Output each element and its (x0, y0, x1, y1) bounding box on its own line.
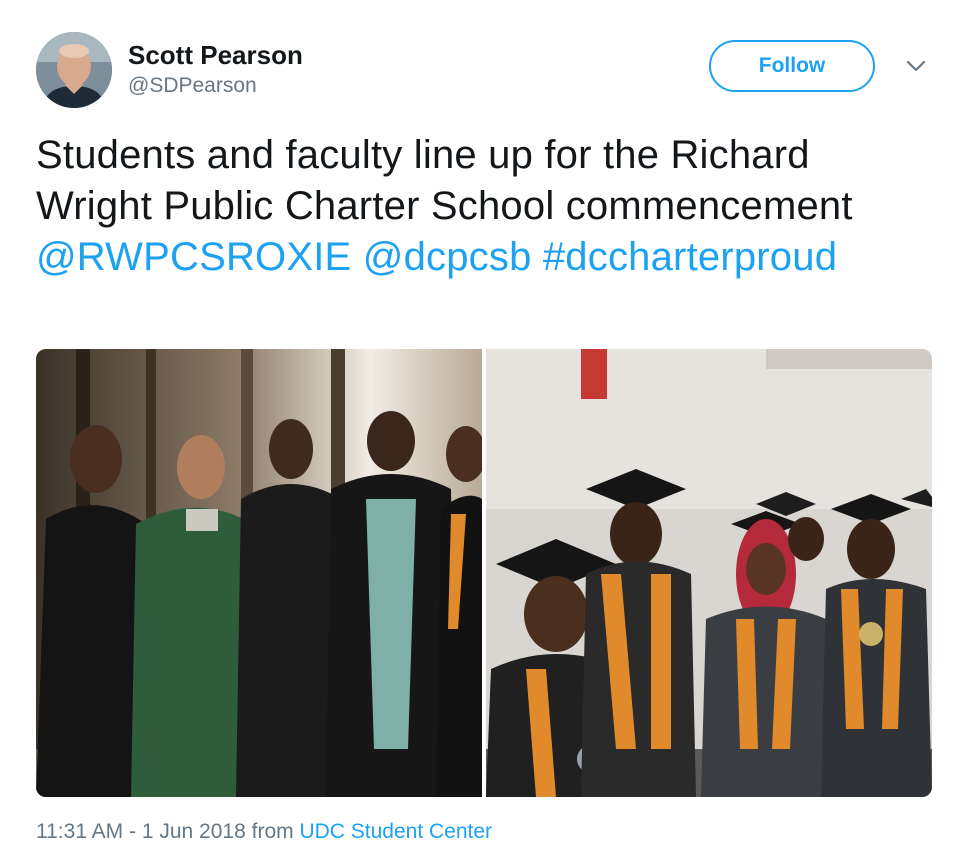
from-label: from (245, 820, 300, 843)
photo-graduates-line[interactable] (486, 349, 932, 797)
author-name-block: Scott Pearson @SDPearson (128, 40, 303, 100)
tweet-meta: 11:31 AM - 1 Jun 2018 from UDC Student C… (36, 818, 492, 846)
tweet-header: Scott Pearson @SDPearson Follow (36, 32, 936, 112)
mention-link[interactable]: @dcpcsb (363, 235, 532, 279)
tweet-media (36, 349, 932, 797)
author-avatar[interactable] (36, 32, 112, 108)
tweet-time[interactable]: 11:31 AM (36, 820, 123, 843)
follow-button[interactable]: Follow (709, 40, 875, 92)
tweet-source-link[interactable]: UDC Student Center (299, 820, 492, 843)
photo-faculty-group[interactable] (36, 349, 482, 797)
author-display-name[interactable]: Scott Pearson (128, 40, 303, 70)
meta-separator: - (123, 820, 142, 843)
mention-link[interactable]: @RWPCSROXIE (36, 235, 351, 279)
tweet-date[interactable]: 1 Jun 2018 (142, 820, 246, 843)
author-handle[interactable]: @SDPearson (128, 72, 303, 100)
tweet-card: Scott Pearson @SDPearson Follow Students… (0, 0, 958, 854)
hashtag-link[interactable]: #dccharterproud (543, 235, 837, 279)
chevron-down-icon[interactable] (904, 54, 928, 78)
tweet-body-text: Students and faculty line up for the Ric… (36, 133, 853, 228)
tweet-text: Students and faculty line up for the Ric… (36, 130, 916, 283)
